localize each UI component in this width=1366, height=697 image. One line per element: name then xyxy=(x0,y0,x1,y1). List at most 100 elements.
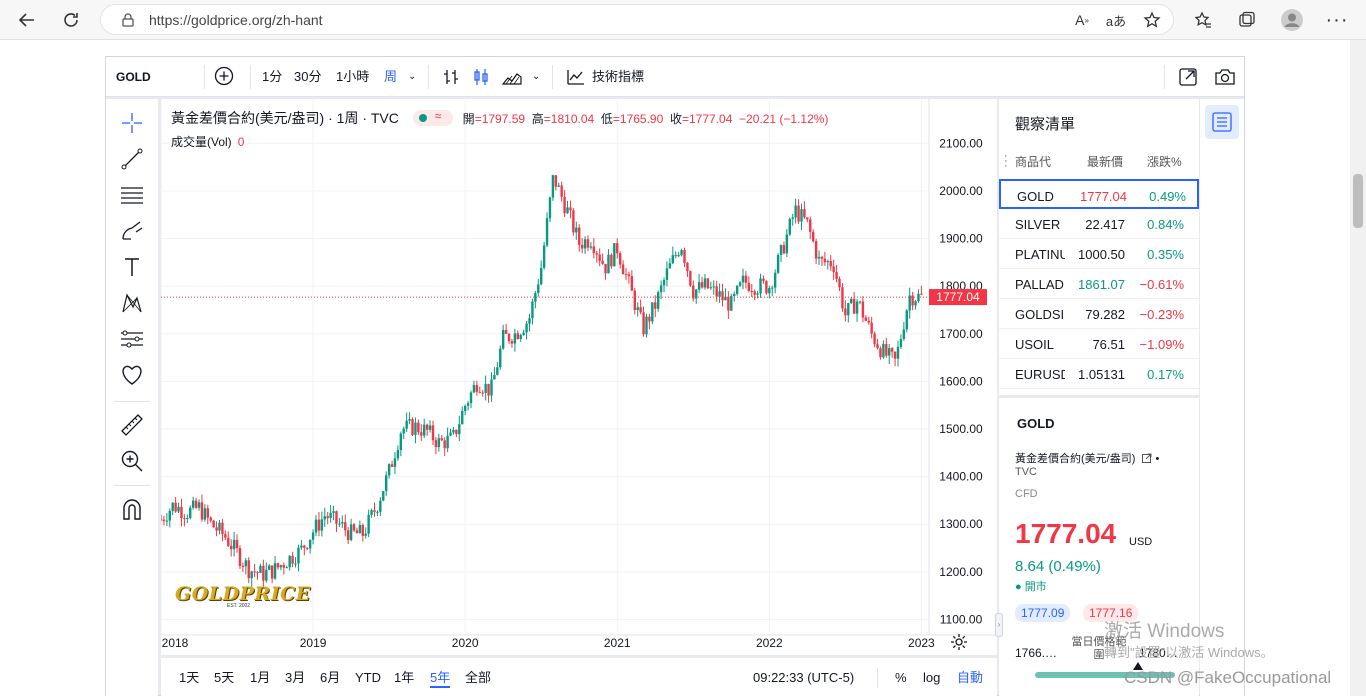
favorites-icon[interactable] xyxy=(1188,5,1218,35)
indicators-icon[interactable] xyxy=(566,68,586,86)
open-new-window-icon[interactable] xyxy=(1178,67,1198,87)
candle-body xyxy=(387,464,391,476)
candle-body xyxy=(873,333,876,345)
favorite-add-icon[interactable] xyxy=(1137,5,1167,35)
candle-body xyxy=(279,565,283,568)
candle-body xyxy=(180,506,183,519)
watchlist-row-usoil[interactable]: USOIL 76.51 −1.09% xyxy=(999,329,1199,359)
candle-body xyxy=(548,197,552,219)
pattern-icon[interactable] xyxy=(118,289,146,317)
collections-icon[interactable] xyxy=(1232,5,1262,35)
range-bar: 1天 5天 1月 3月 6月 YTD 1年 5年 全部 09:22:33 (UT… xyxy=(161,658,997,697)
interval-30m[interactable]: 30分 xyxy=(294,57,321,97)
x-tick-label: 2021 xyxy=(604,636,631,650)
translate-icon[interactable]: aあ xyxy=(1101,5,1131,35)
compare-symbol-icon[interactable] xyxy=(214,66,234,88)
address-bar[interactable]: https://goldprice.org/zh-hant A» aあ xyxy=(100,4,1174,35)
more-icon[interactable]: ··· xyxy=(1322,5,1352,35)
watchlist-row-gold[interactable]: GOLD 1777.04 0.49% xyxy=(999,179,1199,209)
refresh-icon[interactable] xyxy=(56,5,86,35)
watchlist-toggle-icon[interactable] xyxy=(1205,105,1239,139)
chart-symbol-title[interactable]: 黃金差價合約(美元/盎司) · 1周 · TVC xyxy=(171,110,399,126)
goldprice-logo: GOLDPRICE EST. 2002 xyxy=(175,583,311,611)
range-5d[interactable]: 5天 xyxy=(214,658,234,697)
bar-style-icon[interactable] xyxy=(442,68,460,86)
tradingview-widget: GOLD 1分 30分 1小時 周 ⌄ ⌄ 技術指標 1100.00 1200.… xyxy=(105,56,1245,697)
log-scale-toggle[interactable]: log xyxy=(923,658,940,697)
range-3m[interactable]: 3月 xyxy=(285,658,305,697)
candle-body xyxy=(621,264,625,275)
detail-name[interactable]: 黃金差價合約(美元/盎司) • xyxy=(1015,450,1195,466)
trend-line-icon[interactable] xyxy=(118,145,146,173)
back-icon[interactable] xyxy=(12,5,42,35)
candle-body xyxy=(393,458,397,467)
prediction-icon[interactable] xyxy=(118,325,146,353)
interval-week[interactable]: 周 xyxy=(384,57,397,97)
ruler-icon[interactable] xyxy=(118,411,146,439)
candle-body xyxy=(601,260,604,264)
profile-avatar[interactable] xyxy=(1277,5,1307,35)
col-last[interactable]: 最新價 xyxy=(1087,153,1125,170)
auto-scale-toggle[interactable]: 自動 xyxy=(957,658,983,697)
candle-body xyxy=(379,500,382,512)
watchlist-row-goldsilver[interactable]: GOLDSILVER 79.282 −0.23% xyxy=(999,299,1199,329)
bid-price[interactable]: 1777.09 xyxy=(1015,604,1071,622)
brush-icon[interactable] xyxy=(118,217,146,245)
candle-body xyxy=(762,278,765,282)
crosshair-icon[interactable] xyxy=(118,109,146,137)
candle-body xyxy=(364,533,367,536)
interval-1m[interactable]: 1分 xyxy=(262,57,282,97)
col-symbol[interactable]: 商品代 xyxy=(1015,153,1051,170)
watchlist-change: 0.35% xyxy=(1147,247,1184,262)
watchlist-row-palladium[interactable]: PALLADIUM 1861.07 −0.61% xyxy=(999,269,1199,299)
clock-time[interactable]: 09:22:33 (UTC-5) xyxy=(753,658,854,697)
chart-settings-gear-icon[interactable] xyxy=(950,633,970,653)
volume-legend[interactable]: 成交量(Vol) 0 xyxy=(171,133,244,150)
watchlist-change: −0.23% xyxy=(1139,307,1184,322)
candle-body xyxy=(256,572,259,574)
divider xyxy=(114,485,150,486)
candle-body xyxy=(376,511,379,513)
watchlist-row-eurusd[interactable]: EURUSD 1.05131 0.17% xyxy=(999,359,1199,389)
external-link-icon[interactable] xyxy=(1142,453,1152,466)
range-1y[interactable]: 1年 xyxy=(394,658,414,697)
symbol-label[interactable]: GOLD xyxy=(116,57,151,97)
price-chart[interactable]: 1100.00 1200.00 1300.00 1400.00 1500.00 1600.… xyxy=(161,99,997,655)
indicators-button[interactable]: 技術指標 xyxy=(592,57,644,97)
chart-type-chevron-icon[interactable]: ⌄ xyxy=(532,57,540,97)
interval-dropdown-chevron-icon[interactable]: ⌄ xyxy=(408,57,416,97)
chart-canvas[interactable]: 1100.00 1200.00 1300.00 1400.00 1500.00 1600.… xyxy=(161,99,997,655)
percent-scale-toggle[interactable]: % xyxy=(895,658,907,697)
market-status-pill[interactable]: ≈ xyxy=(412,109,453,126)
page-scrollbar[interactable] xyxy=(1350,40,1366,696)
candle-body xyxy=(885,344,888,356)
range-ytd[interactable]: YTD xyxy=(355,658,381,697)
range-1d[interactable]: 1天 xyxy=(179,658,199,697)
watchlist-row-platinum[interactable]: PLATINUM 1000.50 0.35% xyxy=(999,239,1199,269)
col-change[interactable]: 漲跌% xyxy=(1147,153,1182,170)
read-aloud-icon[interactable]: A» xyxy=(1067,5,1097,35)
heart-icon[interactable] xyxy=(118,361,146,389)
interval-1h[interactable]: 1小時 xyxy=(336,57,369,97)
candle-body xyxy=(545,218,549,246)
range-5y[interactable]: 5年 xyxy=(430,658,451,688)
candle-body xyxy=(756,293,759,295)
text-icon[interactable] xyxy=(118,253,146,281)
range-6m[interactable]: 6月 xyxy=(320,658,340,697)
range-1m[interactable]: 1月 xyxy=(250,658,270,697)
ohlc-values: 開=1797.59 高=1810.04 低=1765.90 收=1777.04 … xyxy=(462,112,829,126)
candle-body xyxy=(817,256,821,259)
zoom-in-icon[interactable] xyxy=(118,447,146,475)
watchlist-last: 1000.50 xyxy=(1078,247,1125,262)
panel-collapse-handle[interactable]: › xyxy=(995,613,1003,637)
divider xyxy=(204,65,205,89)
area-style-icon[interactable] xyxy=(501,68,522,86)
page-scrollbar-thumb[interactable] xyxy=(1353,174,1363,228)
candle-style-icon[interactable] xyxy=(472,68,490,86)
watchlist-row-silver[interactable]: SILVER 22.417 0.84% xyxy=(999,209,1199,239)
camera-icon[interactable] xyxy=(1214,67,1236,87)
range-all[interactable]: 全部 xyxy=(465,658,491,697)
candle-body xyxy=(200,502,204,520)
magnet-icon[interactable] xyxy=(118,495,146,523)
fib-retracement-icon[interactable] xyxy=(118,181,146,209)
